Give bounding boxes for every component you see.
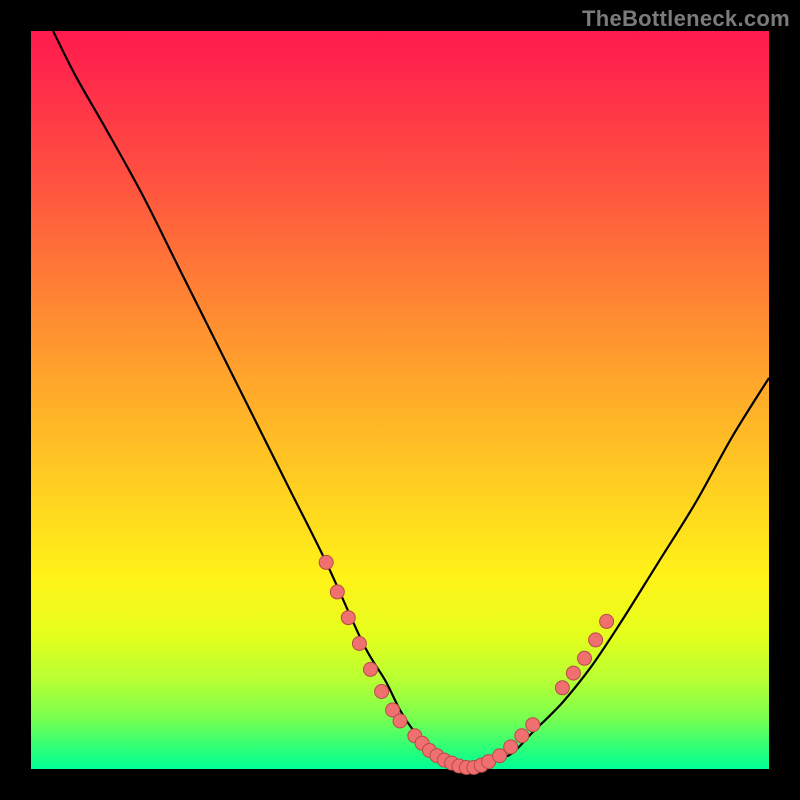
chart-overlay-svg: [31, 31, 769, 769]
watermark-text: TheBottleneck.com: [582, 6, 790, 32]
chart-stage: TheBottleneck.com: [0, 0, 800, 800]
highlight-dot: [341, 611, 355, 625]
highlight-dot: [526, 718, 540, 732]
highlight-dot: [393, 714, 407, 728]
highlight-dot: [319, 555, 333, 569]
highlight-dot: [364, 662, 378, 676]
highlight-dot: [566, 666, 580, 680]
highlight-dot: [504, 740, 518, 754]
highlight-dot: [375, 685, 389, 699]
bottleneck-curve: [53, 31, 769, 770]
highlight-dot: [555, 681, 569, 695]
highlight-dot: [600, 614, 614, 628]
highlight-dot: [515, 729, 529, 743]
highlight-dot: [578, 651, 592, 665]
highlight-dot: [589, 633, 603, 647]
highlight-dot: [330, 585, 344, 599]
highlighted-points-group: [319, 555, 613, 774]
highlight-dot: [352, 637, 366, 651]
